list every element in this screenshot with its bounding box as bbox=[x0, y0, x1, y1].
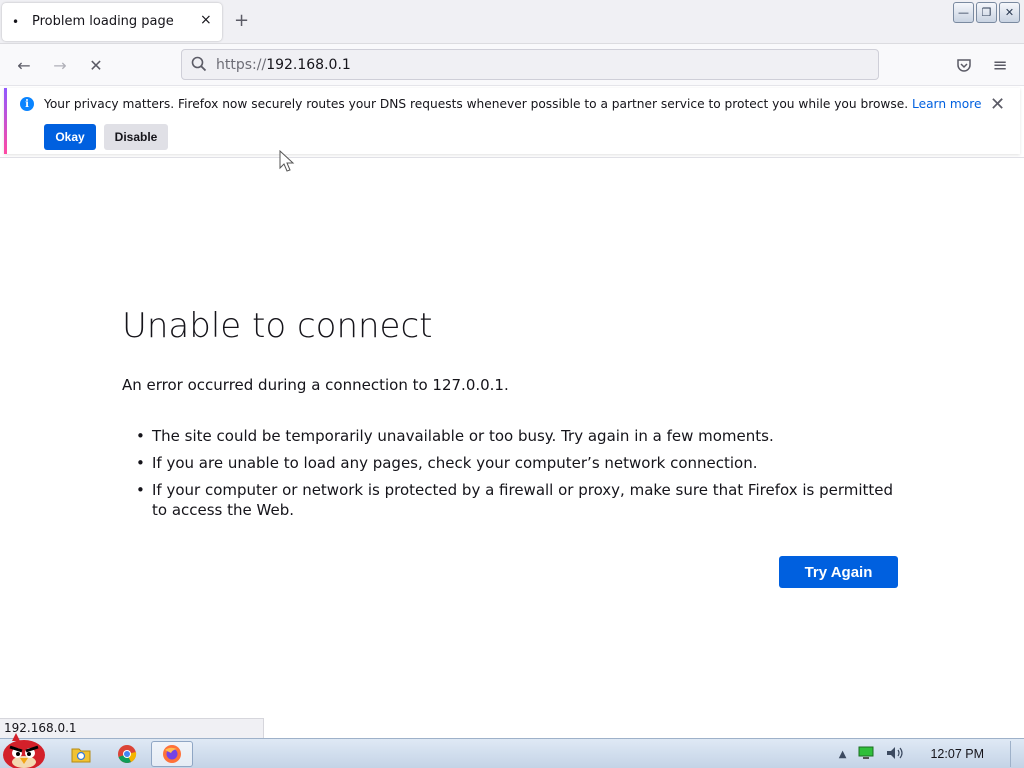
notification-text: Your privacy matters. Firefox now secure… bbox=[44, 97, 909, 111]
url-scheme: https:// bbox=[216, 57, 267, 73]
tab-strip: • Problem loading page × + — ❐ ✕ bbox=[0, 0, 1024, 44]
tab-title: Problem loading page bbox=[32, 14, 174, 29]
taskbar-clock[interactable]: 12:07 PM bbox=[930, 747, 984, 761]
taskbar: ▲ 12:07 PM bbox=[0, 733, 1024, 768]
volume-icon[interactable] bbox=[886, 746, 904, 763]
tab-loading-indicator: • bbox=[12, 15, 20, 29]
disable-button[interactable]: Disable bbox=[104, 124, 168, 150]
forward-button[interactable]: → bbox=[47, 53, 73, 77]
error-title: Unable to connect bbox=[122, 306, 433, 346]
error-suggestions: The site could be temporarily unavailabl… bbox=[136, 426, 896, 527]
notification-message: Your privacy matters. Firefox now secure… bbox=[44, 97, 982, 111]
back-button[interactable]: ← bbox=[11, 53, 37, 77]
url-host: 192.168.0.1 bbox=[266, 57, 351, 73]
system-tray: ▲ 12:07 PM bbox=[839, 739, 1016, 768]
suggestion-item: If you are unable to load any pages, che… bbox=[136, 453, 896, 473]
okay-button[interactable]: Okay bbox=[44, 124, 96, 150]
network-icon[interactable] bbox=[858, 746, 874, 763]
start-bird-icon[interactable] bbox=[0, 729, 50, 768]
nav-toolbar: ← → ✕ https://192.168.0.1 ≡ bbox=[0, 44, 1024, 86]
tray-expand-icon[interactable]: ▲ bbox=[839, 749, 847, 760]
window-close-button[interactable]: ✕ bbox=[999, 2, 1020, 23]
chrome-icon[interactable] bbox=[106, 741, 148, 767]
pocket-icon[interactable] bbox=[953, 54, 975, 76]
restore-button[interactable]: ❐ bbox=[976, 2, 997, 23]
tab-close-icon[interactable]: × bbox=[200, 12, 212, 28]
tab-problem-loading-page[interactable]: • Problem loading page × bbox=[2, 3, 222, 41]
suggestion-item: The site could be temporarily unavailabl… bbox=[136, 426, 896, 446]
notification-accent bbox=[4, 88, 7, 154]
content-divider bbox=[0, 157, 1024, 158]
firefox-icon[interactable] bbox=[151, 741, 193, 767]
try-again-button[interactable]: Try Again bbox=[779, 556, 898, 588]
notification-close-icon[interactable]: ✕ bbox=[990, 94, 1005, 115]
file-explorer-icon[interactable] bbox=[60, 741, 102, 767]
suggestion-item: If your computer or network is protected… bbox=[136, 480, 896, 520]
url-text: https://192.168.0.1 bbox=[216, 57, 351, 73]
window-controls: — ❐ ✕ bbox=[953, 2, 1020, 23]
info-icon: i bbox=[20, 97, 34, 111]
search-icon bbox=[191, 56, 207, 76]
menu-icon[interactable]: ≡ bbox=[989, 54, 1011, 76]
error-description: An error occurred during a connection to… bbox=[122, 376, 509, 394]
url-bar[interactable]: https://192.168.0.1 bbox=[181, 49, 879, 80]
mouse-cursor-icon bbox=[279, 149, 295, 178]
learn-more-link[interactable]: Learn more bbox=[912, 97, 982, 111]
new-tab-button[interactable]: + bbox=[234, 10, 249, 31]
minimize-button[interactable]: — bbox=[953, 2, 974, 23]
dns-privacy-notification: i Your privacy matters. Firefox now secu… bbox=[4, 88, 1020, 154]
stop-loading-button[interactable]: ✕ bbox=[83, 53, 109, 77]
show-desktop-button[interactable] bbox=[1010, 741, 1016, 767]
